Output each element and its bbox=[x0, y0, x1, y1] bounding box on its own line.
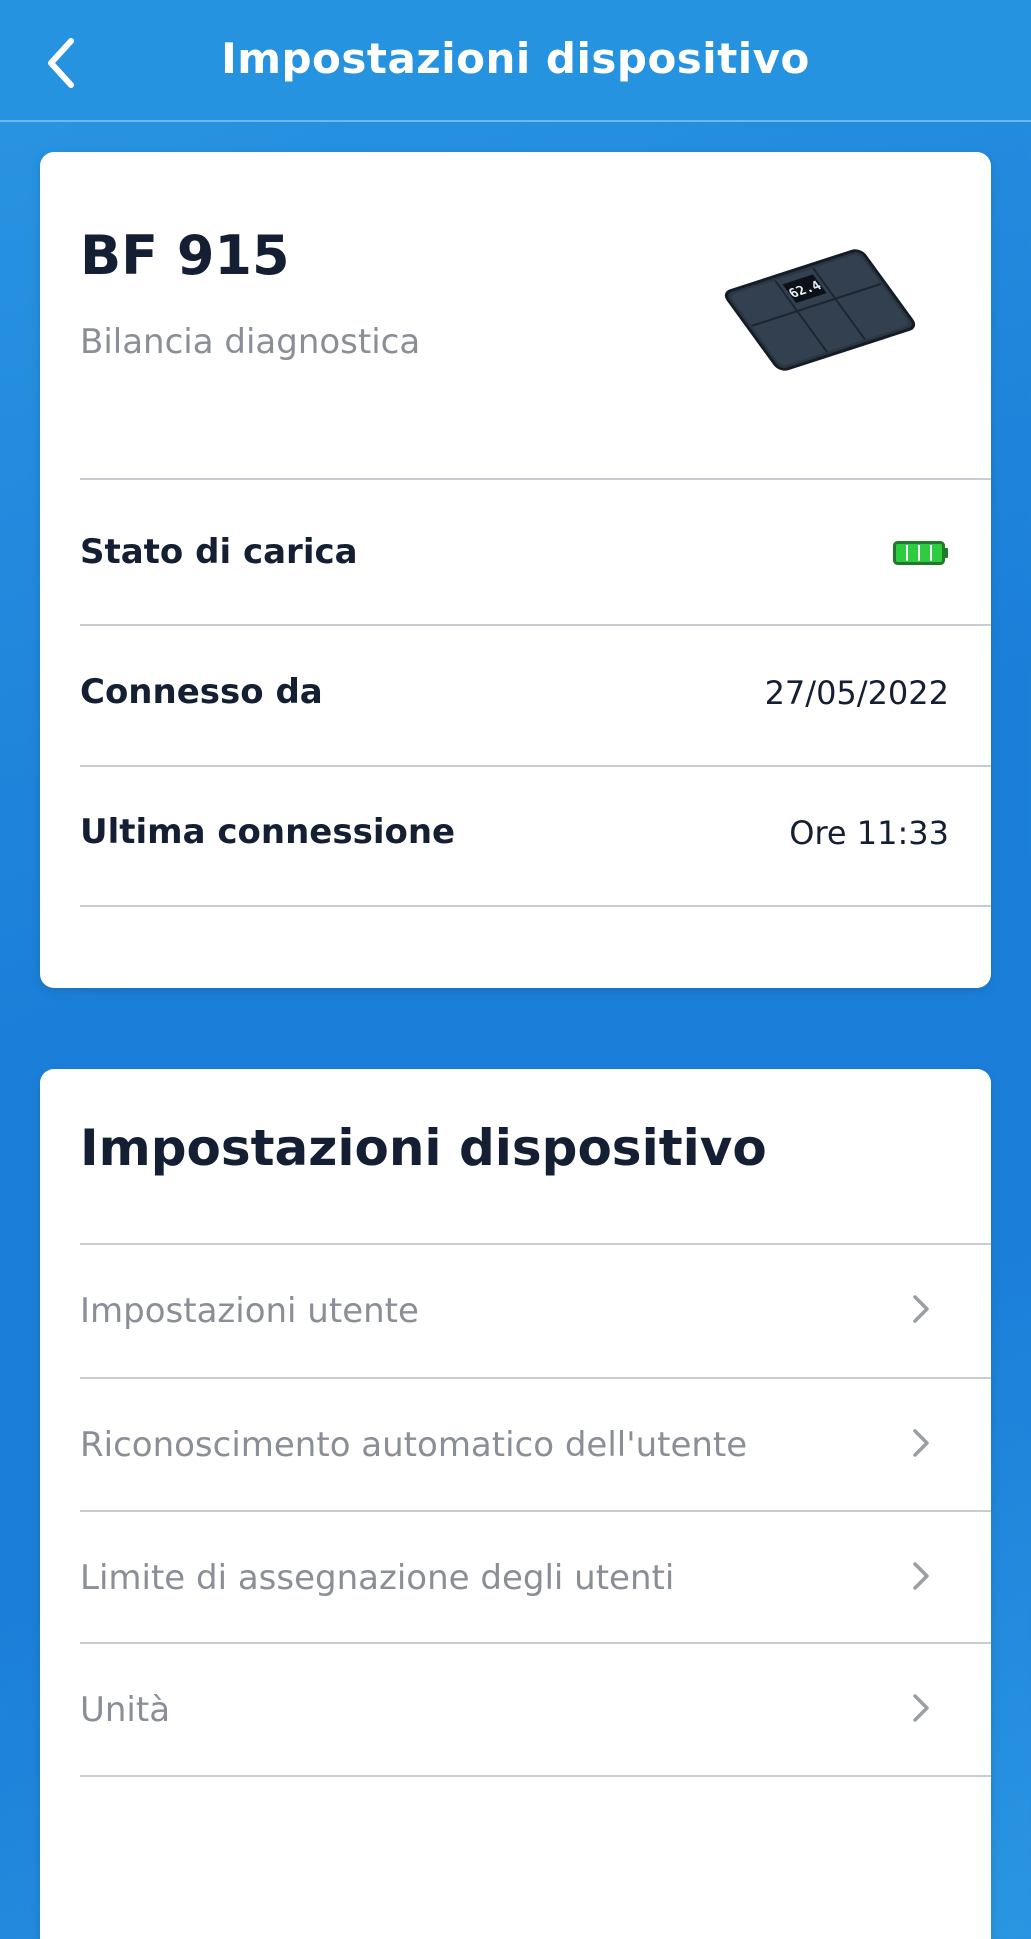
last-connection-label: Ultima connessione bbox=[80, 812, 456, 852]
menu-item-units[interactable]: Unità bbox=[40, 1644, 991, 1776]
device-info-card: BF 915 Bilancia diagnostica 62.4 Stato d… bbox=[40, 152, 991, 988]
page-title: Impostazioni dispositivo bbox=[221, 34, 810, 83]
connected-since-label: Connesso da bbox=[80, 672, 323, 712]
scale-icon: 62.4 bbox=[724, 249, 916, 371]
device-type: Bilancia diagnostica bbox=[80, 322, 421, 362]
menu-item-label: Riconoscimento automatico dell'utente bbox=[80, 1425, 748, 1465]
last-connection-value: Ore 11:33 bbox=[789, 814, 949, 852]
device-name: BF 915 bbox=[80, 224, 290, 287]
app-header: Impostazioni dispositivo bbox=[0, 0, 1031, 122]
device-settings-card: Impostazioni dispositivo Impostazioni ut… bbox=[40, 1069, 991, 1939]
menu-item-label: Impostazioni utente bbox=[80, 1291, 419, 1331]
divider bbox=[80, 1775, 991, 1777]
menu-item-user-settings[interactable]: Impostazioni utente bbox=[40, 1245, 991, 1377]
divider bbox=[80, 478, 991, 480]
battery-status-label: Stato di carica bbox=[80, 532, 358, 572]
connected-since-value: 27/05/2022 bbox=[764, 674, 949, 712]
divider bbox=[80, 905, 991, 907]
section-title: Impostazioni dispositivo bbox=[80, 1119, 767, 1177]
chevron-right-icon bbox=[913, 1295, 929, 1323]
divider bbox=[80, 765, 991, 767]
menu-item-label: Limite di assegnazione degli utenti bbox=[80, 1558, 675, 1598]
chevron-right-icon bbox=[913, 1694, 929, 1722]
menu-item-auto-user-recognition[interactable]: Riconoscimento automatico dell'utente bbox=[40, 1379, 991, 1511]
menu-item-label: Unità bbox=[80, 1690, 171, 1730]
battery-full-icon bbox=[893, 541, 948, 565]
menu-item-user-assignment-limit[interactable]: Limite di assegnazione degli utenti bbox=[40, 1512, 991, 1644]
divider bbox=[80, 624, 991, 626]
chevron-right-icon bbox=[913, 1429, 929, 1457]
chevron-right-icon bbox=[913, 1562, 929, 1590]
